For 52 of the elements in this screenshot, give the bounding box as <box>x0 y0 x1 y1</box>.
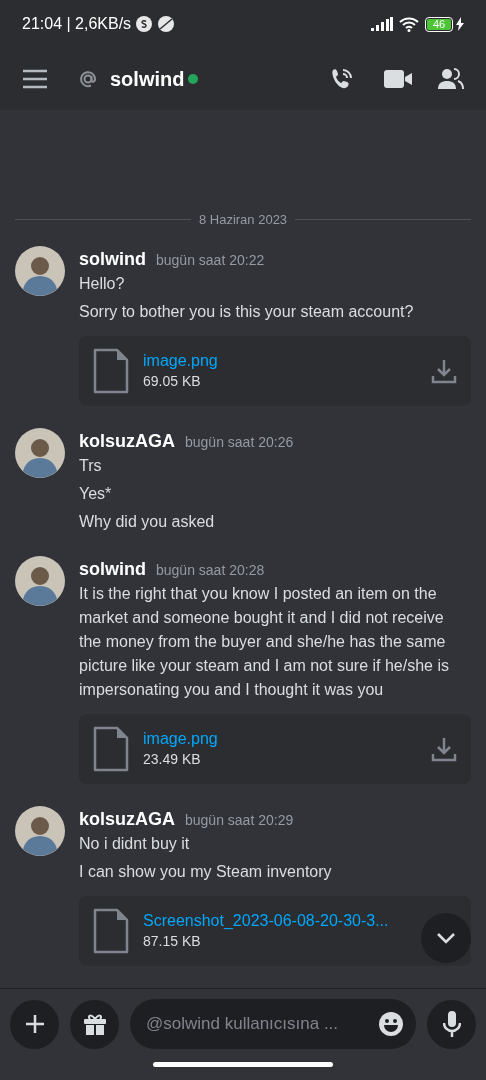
message-input[interactable]: @solwind kullanıcısına ... <box>146 1011 378 1037</box>
message-text: Yes* <box>79 483 113 504</box>
microphone-button[interactable] <box>427 999 476 1049</box>
gift-button[interactable] <box>70 999 119 1049</box>
file-size: 87.15 KB <box>143 931 201 951</box>
message-time: bugün saat 20:22 <box>156 250 265 270</box>
chevron-down-icon <box>436 932 456 944</box>
file-icon <box>93 347 129 394</box>
gift-icon <box>82 1013 107 1035</box>
message-text: I can show you my Steam inventory <box>79 861 333 882</box>
message-text: No i didnt buy it <box>79 833 191 854</box>
file-icon <box>93 725 129 772</box>
author-name: solwind <box>79 247 146 271</box>
s-circle-icon <box>136 16 153 32</box>
add-button[interactable] <box>10 999 59 1049</box>
at-sign-icon <box>78 69 98 89</box>
file-link[interactable]: Screenshot_2023-06-08-20-30-3... <box>143 909 389 931</box>
file-icon <box>93 907 129 954</box>
status-time: 21:04 | 2,6KB/s <box>22 14 132 34</box>
message-time: bugün saat 20:28 <box>156 560 265 580</box>
author-name: solwind <box>79 557 146 581</box>
avatar[interactable] <box>15 245 65 296</box>
microphone-icon <box>442 1011 461 1037</box>
message-text: Trs <box>79 455 103 476</box>
plus-icon <box>24 1014 45 1034</box>
download-icon[interactable] <box>431 735 457 762</box>
channel-title: solwind <box>110 67 185 92</box>
date-divider: 8 Haziran 2023 <box>197 211 289 229</box>
author-name: kolsuzAGA <box>79 807 175 831</box>
message-text: It is the right that you know I posted an item on the market and someone bought it and I did not receive the money from the buyer and she/he has the same picture like your steam and I am not sure if he/she is impersonating you and I thought it was you <box>79 583 450 700</box>
battery-level: 46 <box>427 18 451 30</box>
file-size: 69.05 KB <box>143 371 201 391</box>
message-field[interactable]: @solwind kullanıcısına ... <box>130 999 416 1049</box>
avatar[interactable] <box>15 805 65 856</box>
emoji-icon[interactable] <box>378 1011 404 1037</box>
message-time: bugün saat 20:29 <box>185 810 294 830</box>
signal-icon <box>371 17 393 31</box>
message-text: Hello? <box>79 273 126 294</box>
message-time: bugün saat 20:26 <box>185 432 294 452</box>
download-icon[interactable] <box>431 357 457 384</box>
menu-icon[interactable] <box>22 69 48 89</box>
message-text: Why did you asked <box>79 511 216 532</box>
members-icon[interactable] <box>438 68 464 90</box>
avatar[interactable] <box>15 555 65 606</box>
message-text: Sorry to bother you is this your steam account? <box>79 301 415 322</box>
file-link[interactable]: image.png <box>143 727 218 749</box>
file-link[interactable]: image.png <box>143 349 218 371</box>
video-camera-icon[interactable] <box>384 69 412 89</box>
avatar[interactable] <box>15 427 65 478</box>
wifi-icon <box>399 16 419 32</box>
file-size: 23.49 KB <box>143 749 201 769</box>
author-name: kolsuzAGA <box>79 429 175 453</box>
